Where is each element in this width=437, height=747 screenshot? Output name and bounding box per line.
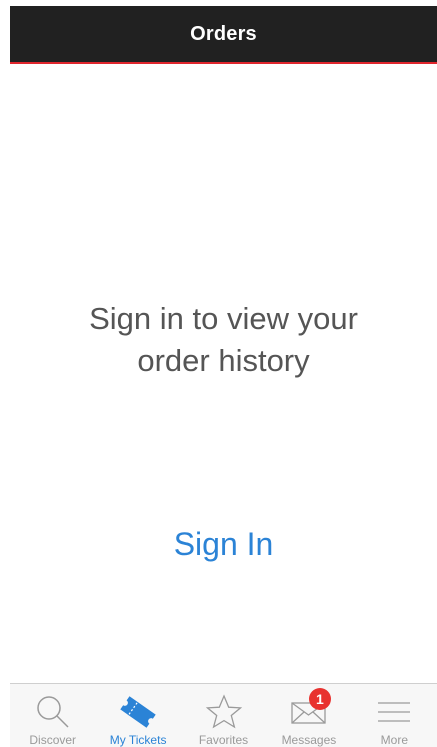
tab-bar: Discover My Tickets Favorites 1 Messages… <box>10 683 437 747</box>
tab-label-favorites: Favorites <box>198 733 249 747</box>
ticket-icon <box>116 692 160 731</box>
envelope-icon: 1 <box>287 688 331 731</box>
tab-more[interactable]: More <box>352 684 437 747</box>
tab-label-discover: Discover <box>29 733 77 747</box>
navigation-bar: Orders <box>10 6 437 64</box>
menu-icon <box>372 692 416 731</box>
unread-badge: 1 <box>308 688 331 710</box>
app-screen: Orders Sign in to view your order histor… <box>10 0 437 747</box>
tab-label-my-tickets: My Tickets <box>109 733 167 747</box>
sign-in-prompt-line-1: Sign in to view your <box>89 301 358 336</box>
page-title: Orders <box>190 22 257 45</box>
sign-in-prompt: Sign in to view your order history <box>10 298 437 382</box>
tab-favorites[interactable]: Favorites <box>181 684 266 747</box>
sign-in-prompt-line-2: order history <box>137 343 310 378</box>
star-icon <box>202 692 246 731</box>
search-icon <box>31 692 75 731</box>
tab-label-more: More <box>380 733 408 747</box>
sign-in-button[interactable]: Sign In <box>10 524 437 564</box>
tab-discover[interactable]: Discover <box>10 684 95 747</box>
tab-messages[interactable]: 1 Messages <box>266 684 351 747</box>
tab-label-messages: Messages <box>281 733 337 747</box>
tab-my-tickets[interactable]: My Tickets <box>95 684 180 747</box>
